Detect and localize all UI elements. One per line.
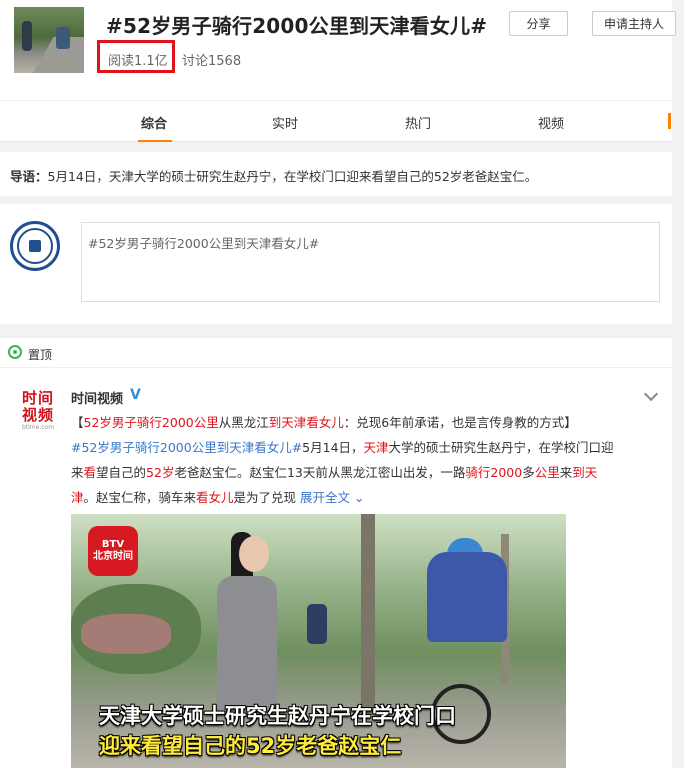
composer-input-text: #52岁男子骑行2000公里到天津看女儿#: [88, 236, 320, 251]
section-divider: [0, 196, 672, 204]
discussion-count[interactable]: 讨论1568: [182, 50, 241, 69]
tab-bar-edge-marker: [668, 113, 671, 129]
video-cyclist: [427, 552, 507, 642]
chevron-down-icon[interactable]: [643, 386, 659, 402]
post-line-2: #52岁男子骑行2000公里到天津看女儿#5月14日，天津大学的硕士研究生赵丹宁…: [71, 435, 661, 460]
post-line-1: 【52岁男子骑行2000公里从黑龙江到天津看女儿：兑现6年前承诺，也是言传身教的…: [71, 410, 661, 435]
chevron-down-icon: ⌄: [350, 490, 365, 505]
lead-label: 导语：: [10, 169, 48, 184]
tab-hot[interactable]: 热门: [405, 113, 431, 132]
btv-logo-text: BTV 北京时间: [93, 539, 133, 562]
text-segment: ：兑现6年前承诺，也是言传身教的方式】: [343, 415, 577, 430]
text-segment: 多: [522, 465, 535, 480]
topic-header: #52岁男子骑行2000公里到天津看女儿# 阅读1.1亿 讨论1568 分享 申…: [0, 0, 676, 100]
video-scooter: [307, 604, 327, 644]
logo-line-1: 时间: [21, 389, 54, 407]
keyword-highlight: 到天: [572, 465, 598, 480]
tab-bar: 综合 实时 热门 视频: [0, 100, 672, 142]
logo-line-2: 视频: [21, 406, 54, 424]
expand-full-text-link[interactable]: 展开全文 ⌄: [300, 490, 364, 505]
keyword-highlight: 津: [71, 490, 84, 505]
apply-host-button[interactable]: 申请主持人: [592, 11, 676, 36]
topic-lead: 导语：5月14日，天津大学的硕士研究生赵丹宁，在学校门口迎来看望自己的52岁老爸…: [0, 152, 672, 196]
thumbnail-bike: [56, 27, 70, 49]
thumbnail-person: [22, 21, 32, 51]
text-segment: 5月14日，: [302, 440, 364, 455]
video-caption-line-2: 迎来看望自己的52岁老爸赵宝仁: [99, 734, 402, 758]
weibo-post: 时间 视频 btime.com 时间视频 V 【52岁男子骑行2000公里从黑龙…: [0, 368, 672, 768]
keyword-highlight: 天津: [363, 440, 389, 455]
keyword-highlight: 看女儿: [196, 490, 234, 505]
post-line-3: 来看望自己的52岁老爸赵宝仁。赵宝仁13天前从黑龙江密山出发，一路骑行2000多…: [71, 460, 661, 485]
btv-logo: BTV 北京时间: [88, 526, 138, 576]
text-segment: 大学的硕士研究生赵丹宁，在学校门口迎: [388, 440, 614, 455]
keyword-highlight: 公里: [534, 465, 560, 480]
video-flowers: [81, 614, 171, 654]
section-divider: [0, 142, 672, 152]
post-text: 【52岁男子骑行2000公里从黑龙江到天津看女儿：兑现6年前承诺，也是言传身教的…: [71, 410, 661, 510]
video-player[interactable]: BTV 北京时间 天津大学硕士研究生赵丹宁在学校门口 迎来看望自己的52岁老爸赵…: [71, 514, 566, 768]
keyword-highlight: 52岁男子骑行2000公里: [83, 415, 219, 430]
text-segment: 是为了兑现: [233, 490, 301, 505]
text-segment: 望自己的: [96, 465, 147, 480]
text-segment: 来: [559, 465, 573, 480]
read-count: 阅读1.1亿: [108, 54, 168, 69]
pinned-label: 置顶: [28, 348, 53, 362]
lead-text: 5月14日，天津大学的硕士研究生赵丹宁，在学校门口迎来看望自己的52岁老爸赵宝仁…: [47, 169, 538, 184]
text-segment: 。赵宝仁称，骑车来: [83, 490, 197, 505]
composer-input[interactable]: #52岁男子骑行2000公里到天津看女儿#: [81, 222, 660, 302]
topic-page: #52岁男子骑行2000公里到天津看女儿# 阅读1.1亿 讨论1568 分享 申…: [0, 0, 676, 768]
topic-hashtag-link[interactable]: #52岁男子骑行2000公里到天津看女儿#: [71, 440, 302, 455]
section-divider: [0, 324, 672, 338]
keyword-highlight: 到天津看女儿: [268, 415, 344, 430]
post-composer: #52岁男子骑行2000公里到天津看女儿#: [0, 204, 672, 324]
keyword-highlight: 骑行2000: [465, 465, 523, 480]
topic-thumbnail[interactable]: [14, 7, 84, 73]
lead-text-line: 导语：5月14日，天津大学的硕士研究生赵丹宁，在学校门口迎来看望自己的52岁老爸…: [10, 166, 537, 185]
tab-comprehensive[interactable]: 综合: [141, 113, 167, 132]
logo-line-3: btime.com: [21, 424, 55, 431]
tab-realtime[interactable]: 实时: [272, 113, 298, 132]
text-segment: 来: [71, 465, 84, 480]
user-avatar[interactable]: [10, 221, 60, 271]
video-girl-head: [239, 536, 269, 572]
video-girl: [217, 576, 277, 716]
tab-video[interactable]: 视频: [538, 113, 564, 132]
video-tree: [361, 514, 375, 714]
pin-icon: [8, 345, 22, 359]
keyword-highlight: 52岁: [146, 465, 175, 480]
video-caption-line-1: 天津大学硕士研究生赵丹宁在学校门口: [99, 704, 456, 728]
topic-title: #52岁男子骑行2000公里到天津看女儿#: [106, 14, 488, 38]
pinned-header: 置顶: [0, 338, 672, 368]
verified-icon: V: [130, 387, 141, 403]
text-segment: 老爸赵宝仁。赵宝仁13天前从黑龙江密山出发，一路: [174, 465, 466, 480]
post-line-4: 津。赵宝仁称，骑车来看女儿是为了兑现 展开全文 ⌄: [71, 485, 661, 510]
text-segment: 【: [71, 415, 84, 430]
keyword-highlight: 看: [83, 465, 97, 480]
expand-label: 展开全文: [300, 490, 351, 505]
author-name[interactable]: 时间视频: [71, 388, 123, 407]
text-segment: 从黑龙江: [218, 415, 269, 430]
author-avatar[interactable]: 时间 视频 btime.com: [18, 390, 58, 436]
share-button[interactable]: 分享: [509, 11, 568, 36]
